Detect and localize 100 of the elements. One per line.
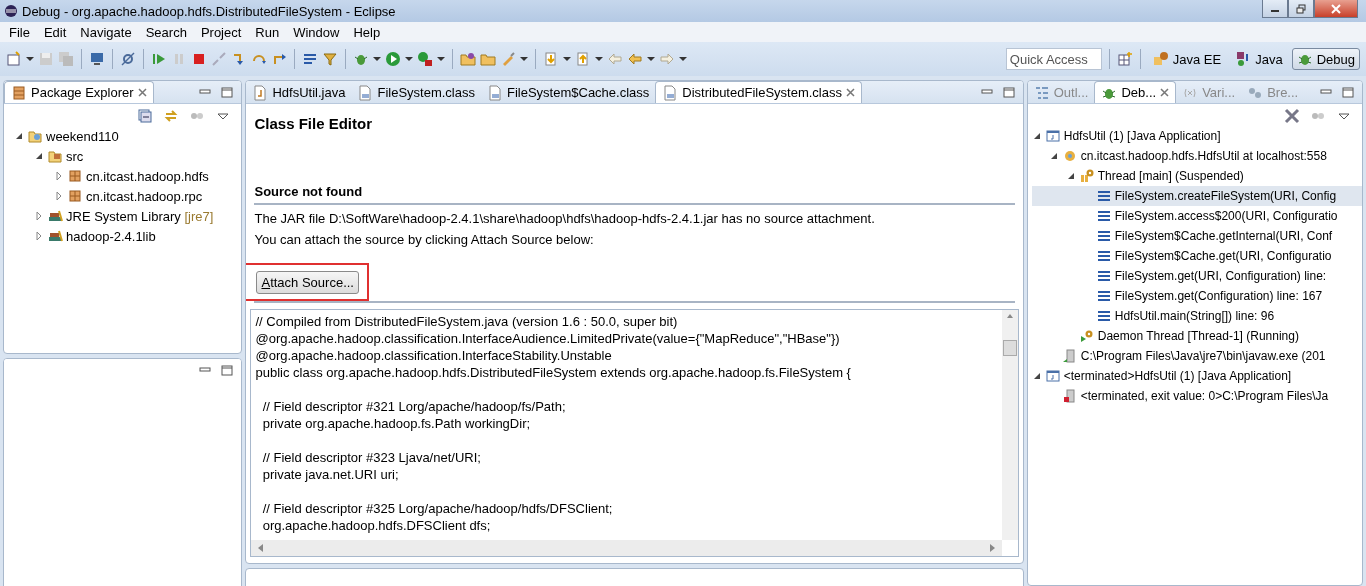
close-icon [1331, 3, 1341, 14]
tree-item[interactable]: C:\Program Files\Java\jre7\bin\javaw.exe (201 [1080, 349, 1326, 363]
dropdown-arrow-icon[interactable] [595, 55, 603, 63]
tree-item[interactable]: FileSystem.access$200(URI, Configuratio [1114, 209, 1338, 223]
code-line: public class org.apache.hadoop.hdfs.DistributedFileSystem extends org.apache.hadoop.fs.FileSystem { [255, 364, 852, 381]
menu-item[interactable]: File [2, 24, 37, 40]
scroll-right-icon[interactable] [989, 544, 996, 552]
close-button[interactable] [1314, 0, 1358, 18]
tree-item[interactable]: HdfsUtil.main(String[]) line: 96 [1114, 309, 1275, 323]
scroll-up-icon[interactable] [1006, 312, 1013, 320]
menu-item[interactable]: Navigate [73, 24, 139, 40]
code-line: // Field descriptor #321 Lorg/apache/hadoop/fs/Path; [261, 398, 567, 415]
editor-tab[interactable]: HdfsUtil.java [246, 82, 352, 103]
menu-item[interactable]: Run [248, 24, 287, 40]
scroll-left-icon[interactable] [257, 544, 264, 552]
package-icon [67, 168, 83, 184]
menu-item[interactable]: Project [193, 24, 249, 40]
package-explorer-icon [11, 84, 27, 101]
expand-arrow-icon[interactable] [54, 191, 64, 201]
dropdown-arrow-icon[interactable] [647, 55, 655, 63]
close-icon[interactable] [137, 88, 147, 97]
code-line: // Field descriptor #325 Lorg/apache/hadoop/hdfs/DFSClient; [261, 500, 614, 517]
tree-item[interactable]: <terminated, exit value: 0>C:\Program Files\Ja [1080, 389, 1329, 403]
process-icon [1061, 388, 1078, 404]
tree-item[interactable]: src [66, 148, 84, 164]
monitor-icon[interactable] [89, 51, 105, 67]
dropdown-arrow-icon[interactable] [373, 55, 381, 63]
collapse-arrow-icon[interactable] [34, 151, 44, 161]
step-filter-icon[interactable] [322, 51, 338, 67]
editor-heading: Class File Editor [254, 115, 373, 132]
code-line: private org.apache.hadoop.fs.Path workingDir; [261, 415, 532, 432]
view-tab[interactable]: Package Explorer [4, 81, 154, 103]
link-editor-icon[interactable] [163, 108, 180, 124]
dropdown-arrow-icon[interactable] [26, 55, 34, 63]
expand-arrow-icon[interactable] [34, 211, 44, 221]
collapse-all-icon[interactable] [137, 108, 154, 124]
stack-frame-icon [1095, 268, 1112, 284]
restore-button[interactable] [1288, 0, 1314, 18]
expand-arrow-icon[interactable] [54, 171, 64, 181]
menu-item[interactable]: Edit [36, 24, 74, 40]
stack-frame-icon [1095, 288, 1112, 304]
dropdown-arrow-icon[interactable] [437, 55, 445, 63]
open-folder-icon[interactable] [480, 51, 496, 67]
stack-frame-icon [1095, 308, 1112, 324]
step-return-icon[interactable] [271, 51, 287, 67]
tree-item[interactable]: <terminated>HdfsUtil (1) [Java Application] [1063, 369, 1292, 383]
dropdown-arrow-icon[interactable] [679, 55, 687, 63]
perspective-button[interactable]: Debug [1291, 48, 1360, 70]
tree-item[interactable]: FileSystem.get(Configuration) line: 167 [1114, 289, 1323, 303]
collapse-arrow-icon[interactable] [14, 131, 24, 141]
tree-item[interactable]: FileSystem$Cache.getInternal(URI, Conf [1114, 229, 1333, 243]
tree-item[interactable]: Daemon Thread [Thread-1] (Running) [1097, 329, 1299, 343]
external-tools-icon[interactable] [417, 51, 433, 67]
maximize-icon[interactable] [221, 87, 234, 98]
menu-item[interactable]: Window [286, 24, 347, 40]
remove-terminated-icon[interactable] [1284, 108, 1300, 124]
tree-item[interactable]: cn.itcast.hadoop.rpc [86, 188, 203, 204]
skip-breakpoints-icon[interactable] [120, 51, 136, 67]
message-text: You can attach the source by clicking Attach Source below: [254, 232, 595, 247]
view-tab[interactable]: Deb... [1094, 81, 1177, 103]
close-icon[interactable] [1160, 88, 1170, 97]
drop-to-frame-icon[interactable] [302, 51, 318, 67]
tree-item[interactable]: Thread [main] (Suspended) [1097, 169, 1244, 183]
tree-item[interactable]: hadoop-2.4.1lib [66, 228, 156, 244]
open-project-icon[interactable] [460, 51, 476, 67]
code-line: // Compiled from DistributedFileSystem.java (version 1.6 : 50.0, super bit) [255, 313, 679, 330]
stack-frame-icon [1095, 228, 1112, 244]
maximize-icon[interactable] [1002, 87, 1015, 98]
dropdown-arrow-icon[interactable] [405, 55, 413, 63]
maximize-icon[interactable] [221, 365, 234, 376]
run-icon[interactable] [385, 51, 401, 67]
tree-item[interactable]: JRE System Library [jre7] [66, 208, 214, 224]
minimize-button[interactable] [1262, 0, 1288, 18]
menu-item[interactable]: Help [346, 24, 388, 40]
code-line: @org.apache.hadoop.classification.InterfaceStability.Unstable [255, 347, 613, 364]
dropdown-arrow-icon[interactable] [520, 55, 528, 63]
editor-tab[interactable]: DistributedFileSystem.class [655, 81, 862, 103]
tree-item[interactable]: cn.itcast.hadoop.hdfs.HdfsUtil at localhost:558 [1080, 149, 1327, 163]
resume-icon[interactable] [151, 51, 167, 67]
attach-source-button[interactable]: Attach Source... [256, 271, 359, 294]
stop-icon[interactable] [191, 51, 207, 67]
eclipse-logo-icon [4, 4, 18, 18]
menu-item[interactable]: Search [138, 24, 194, 40]
tree-item[interactable]: FileSystem.get(URI, Configuration) line: [1114, 269, 1327, 283]
scrollbar-thumb[interactable] [1002, 340, 1017, 356]
perspective-button[interactable]: Java [1230, 48, 1288, 70]
quick-access-field[interactable]: Quick Access [1005, 48, 1102, 70]
tree-item[interactable]: HdfsUtil (1) [Java Application] [1063, 129, 1221, 143]
perspective-button[interactable]: Java EE [1147, 48, 1227, 70]
expand-arrow-icon[interactable] [34, 231, 44, 241]
maximize-icon[interactable] [1342, 87, 1354, 98]
tree-item[interactable]: cn.itcast.hadoop.hdfs [86, 168, 209, 184]
tree-item[interactable]: FileSystem$Cache.get(URI, Configuratio [1114, 249, 1332, 263]
stack-frame-icon [1095, 188, 1112, 204]
dropdown-arrow-icon[interactable] [563, 55, 571, 63]
editor-tab[interactable]: FileSystem$Cache.class [480, 82, 656, 103]
close-icon[interactable] [845, 88, 855, 97]
editor-tab[interactable]: FileSystem.class [351, 82, 481, 103]
open-perspective-icon[interactable] [1116, 51, 1133, 67]
tree-item[interactable]: weekend110 [46, 128, 119, 144]
